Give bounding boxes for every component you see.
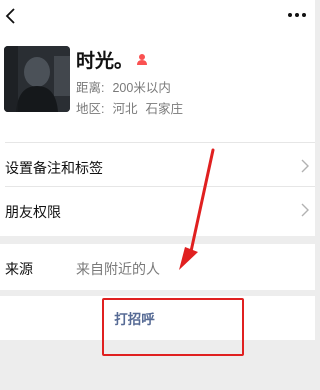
distance-label: 距离:	[76, 81, 105, 95]
divider	[5, 142, 315, 143]
source-label: 来源	[5, 261, 33, 277]
region-label: 地区:	[76, 102, 105, 116]
more-options-icon[interactable]	[287, 12, 307, 18]
avatar-image	[4, 46, 70, 112]
female-gender-icon	[137, 54, 148, 65]
friend-permission-label: 朋友权限	[5, 204, 61, 220]
remark-and-tags-label: 设置备注和标签	[5, 160, 103, 176]
divider	[5, 186, 315, 187]
profile-card: 时光。 距离: 200米以内 地区: 河北 石家庄	[0, 30, 315, 142]
region-info: 地区: 河北 石家庄	[76, 98, 183, 117]
distance-info: 距离: 200米以内	[76, 77, 171, 96]
chevron-right-icon	[301, 203, 309, 217]
source-row: 来源 来自附近的人	[0, 244, 315, 290]
distance-value: 200米以内	[112, 81, 171, 95]
region-city: 石家庄	[145, 102, 184, 116]
nickname-row: 时光。	[76, 48, 148, 72]
remark-and-tags-row[interactable]: 设置备注和标签	[0, 142, 315, 192]
region-province: 河北	[112, 102, 138, 116]
avatar[interactable]	[4, 46, 70, 112]
chevron-right-icon	[301, 159, 309, 173]
friend-permission-row[interactable]: 朋友权限	[0, 186, 315, 236]
nickname: 时光。	[76, 50, 134, 72]
annotation-highlight-box	[102, 298, 244, 356]
top-bar	[0, 0, 315, 30]
back-arrow-icon[interactable]	[4, 8, 18, 24]
source-value: 来自附近的人	[76, 261, 160, 277]
